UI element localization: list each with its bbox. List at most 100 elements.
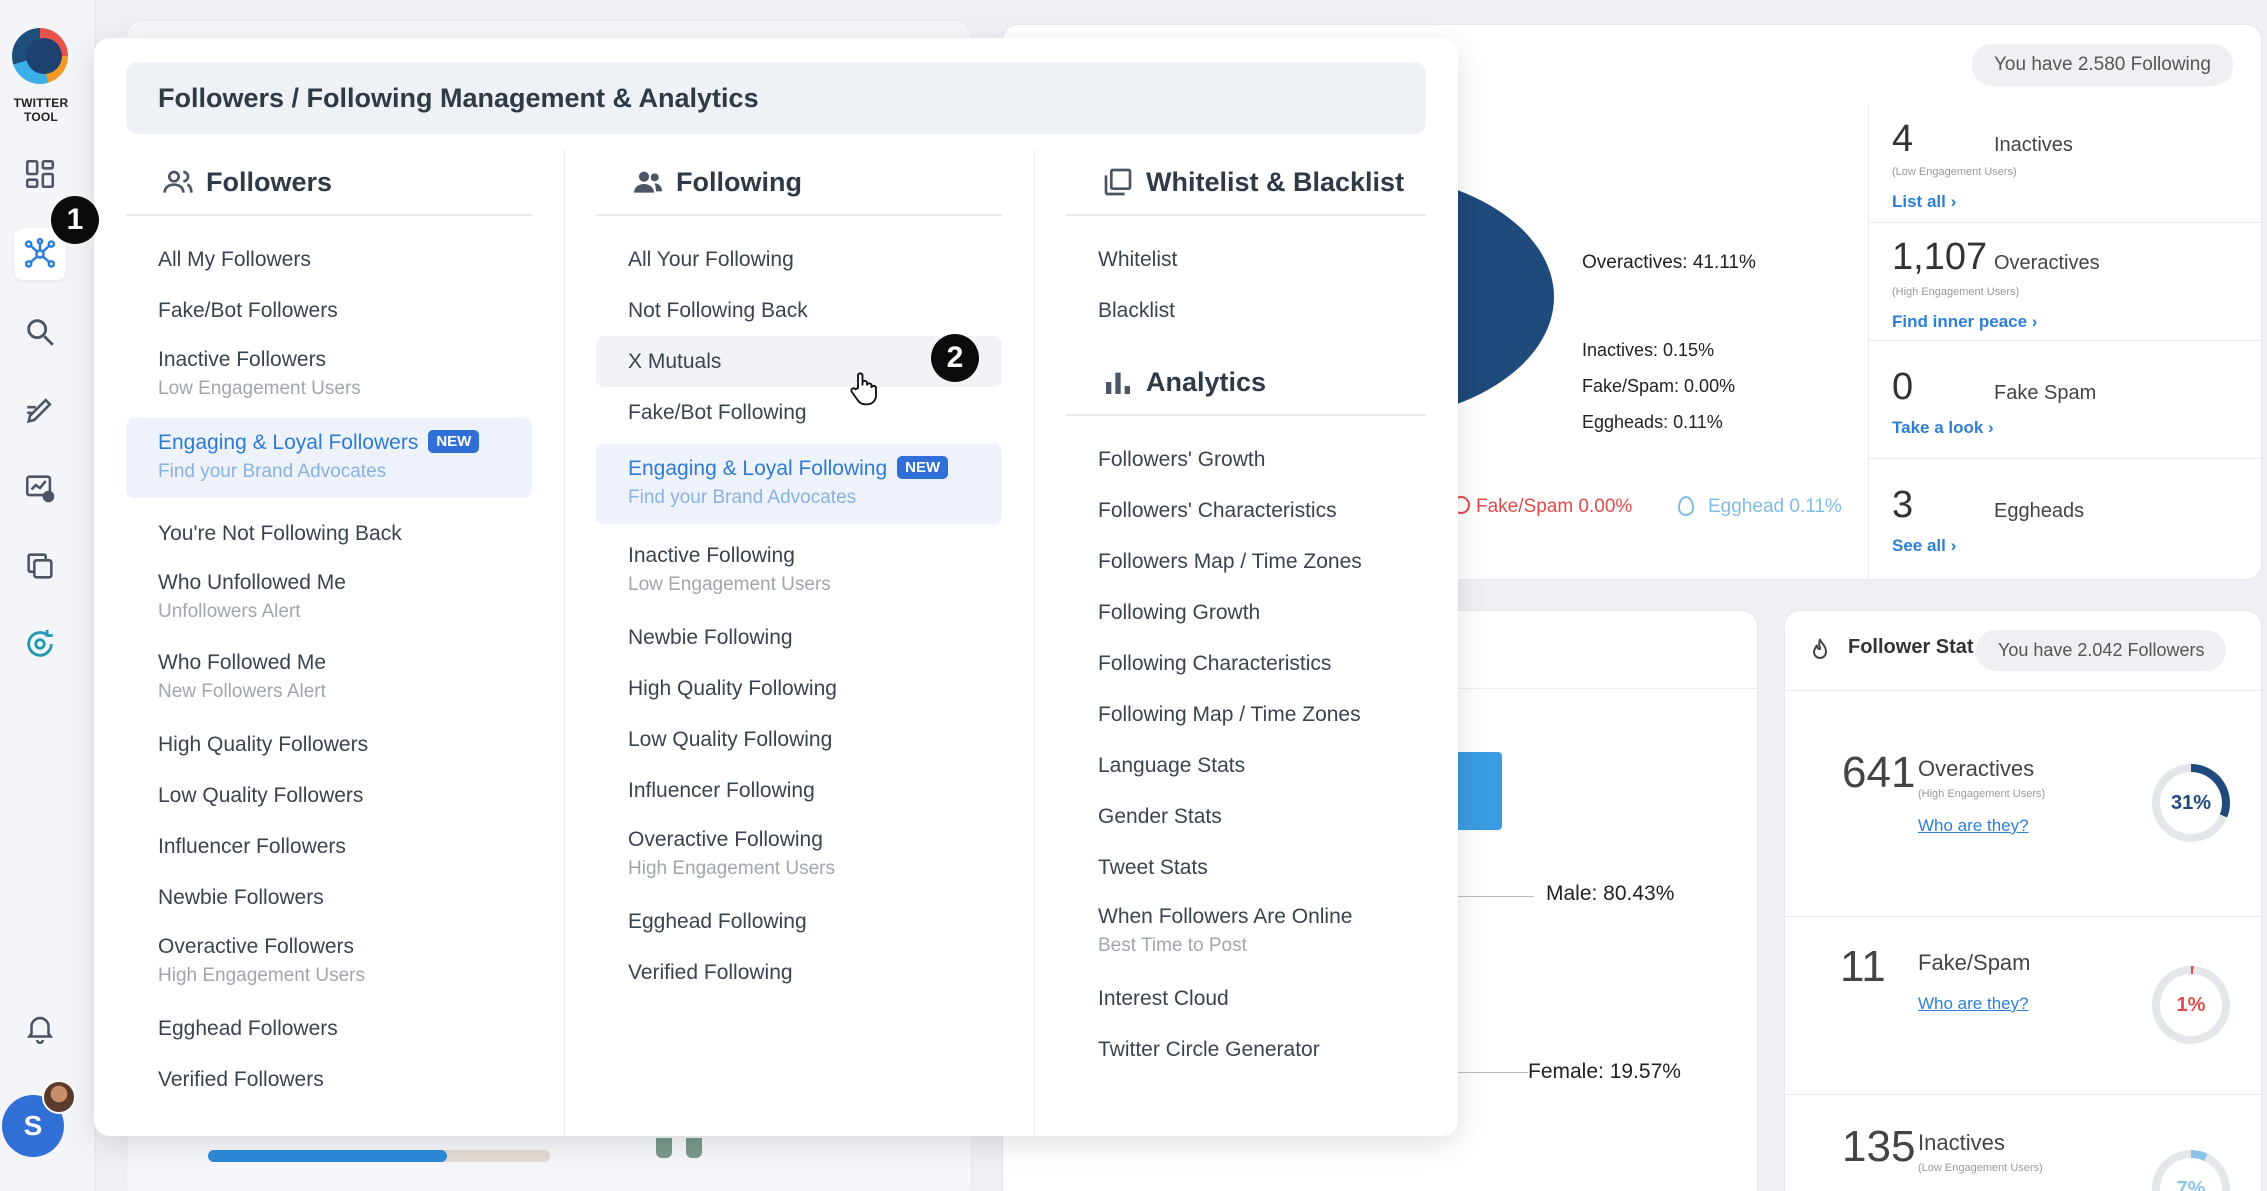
- users-icon: [163, 170, 193, 193]
- menu-item-overactive-following[interactable]: Overactive Following High Engagement User…: [596, 816, 1002, 896]
- dashboard-icon[interactable]: [14, 148, 66, 200]
- menu-item-inactive-followers[interactable]: Inactive Followers Low Engagement Users: [126, 336, 532, 420]
- menu-item-following-map[interactable]: Following Map / Time Zones: [1066, 689, 1426, 740]
- menu-item-engaging-loyal-following[interactable]: Engaging & Loyal Following NEW Find your B…: [596, 444, 1002, 524]
- menu-item-followers-characteristics[interactable]: Followers' Characteristics: [1066, 485, 1426, 536]
- layers-icon: [1104, 168, 1132, 196]
- menu-item-verified-followers[interactable]: Verified Followers: [126, 1054, 532, 1105]
- sync-icon[interactable]: [14, 618, 66, 670]
- menu-item-followers-map[interactable]: Followers Map / Time Zones: [1066, 536, 1426, 587]
- fstat-overactives-value: 641: [1842, 748, 1916, 797]
- flame-icon: [1808, 636, 1832, 664]
- followers-count-pill: You have 2.042 Followers: [1976, 630, 2227, 671]
- pie-label-fakespam: Fake/Spam: 0.00%: [1582, 376, 1736, 396]
- mega-menu: Followers / Following Management & Analy…: [94, 38, 1458, 1136]
- pie-label-eggheads: Eggheads: 0.11%: [1582, 412, 1723, 432]
- menu-item-low-quality-followers[interactable]: Low Quality Followers: [126, 770, 532, 821]
- menu-item-not-following-back-2[interactable]: Not Following Back: [596, 285, 1002, 336]
- stat-inactives-link[interactable]: List all ›: [1892, 192, 1956, 212]
- stat-overactives-link[interactable]: Find inner peace ›: [1892, 312, 2037, 332]
- compose-icon[interactable]: [14, 384, 66, 436]
- pie-label-overactives: Overactives: 41.11%: [1582, 252, 1756, 273]
- stat-inactives-label: Inactives: [1994, 134, 2073, 156]
- stat-eggheads-link[interactable]: See all ›: [1892, 536, 1956, 556]
- copy-icon[interactable]: [14, 540, 66, 592]
- step-badge-2: 2: [931, 334, 979, 382]
- menu-item-tweet-stats[interactable]: Tweet Stats: [1066, 842, 1426, 893]
- fstat-fakespam-ring: 1%: [2152, 966, 2230, 1044]
- search-icon[interactable]: [14, 306, 66, 358]
- stat-inactives-value: 4: [1892, 118, 1914, 160]
- stat-overactives-sub: (High Engagement Users): [1892, 286, 2020, 298]
- app-logo[interactable]: [12, 28, 68, 84]
- whitelist-analytics-column: Whitelist & Blacklist Whitelist Blacklis…: [1066, 150, 1426, 1075]
- fstat-fakespam-value: 11: [1840, 942, 1886, 991]
- menu-item-interest-cloud[interactable]: Interest Cloud: [1066, 973, 1426, 1024]
- menu-item-low-quality-following[interactable]: Low Quality Following: [596, 714, 1002, 765]
- stat-overactives-label: Overactives: [1994, 252, 2100, 274]
- menu-item-circle-generator[interactable]: Twitter Circle Generator: [1066, 1024, 1426, 1075]
- sidebar: TWITTER TOOL S: [0, 0, 96, 1191]
- whitelist-heading: Whitelist & Blacklist: [1066, 150, 1426, 216]
- follower-stats-card: [1784, 610, 2262, 1191]
- fstat-overactives-label: Overactives: [1918, 756, 2035, 781]
- menu-item-whitelist[interactable]: Whitelist: [1066, 234, 1426, 285]
- menu-item-not-following-back[interactable]: You're Not Following Back: [126, 508, 532, 559]
- fstat-overactives-sub: (High Engagement Users): [1918, 788, 2046, 800]
- fstat-inactives-value: 135: [1842, 1122, 1916, 1171]
- legend-fakespam: Fake/Spam 0.00%: [1476, 496, 1633, 517]
- egghead-icon: [1678, 496, 1694, 516]
- new-badge: NEW: [428, 430, 480, 453]
- arrow-icon: [1454, 752, 1502, 830]
- menu-item-newbie-following[interactable]: Newbie Following: [596, 612, 1002, 663]
- menu-item-egghead-followers[interactable]: Egghead Followers: [126, 1003, 532, 1054]
- menu-item-high-quality-following[interactable]: High Quality Following: [596, 663, 1002, 714]
- menu-item-inactive-following[interactable]: Inactive Following Low Engagement Users: [596, 524, 1002, 608]
- menu-item-newbie-followers[interactable]: Newbie Followers: [126, 872, 532, 923]
- fstat-overactives-link[interactable]: Who are they?: [1918, 816, 2029, 836]
- menu-item-egghead-following[interactable]: Egghead Following: [596, 896, 1002, 947]
- analytics-check-icon[interactable]: [14, 462, 66, 514]
- menu-item-all-my-followers[interactable]: All My Followers: [126, 234, 532, 285]
- menu-item-verified-following[interactable]: Verified Following: [596, 947, 1002, 998]
- menu-title: Followers / Following Management & Analy…: [126, 62, 1426, 134]
- menu-item-high-quality-followers[interactable]: High Quality Followers: [126, 719, 532, 770]
- menu-item-overactive-followers[interactable]: Overactive Followers High Engagement User…: [126, 923, 532, 1003]
- bell-icon[interactable]: [14, 1002, 66, 1054]
- gender-male: Male: 80.43%: [1546, 882, 1675, 905]
- progress-bar: [208, 1150, 550, 1162]
- fstat-fakespam-link[interactable]: Who are they?: [1918, 994, 2029, 1014]
- stat-eggheads-label: Eggheads: [1994, 500, 2085, 522]
- following-column: Following All Your Following Not Followi…: [596, 150, 1002, 998]
- users-icon: [634, 171, 662, 193]
- avatar-photo: [42, 1080, 76, 1114]
- gender-female: Female: 19.57%: [1528, 1060, 1681, 1083]
- fstat-inactives-label: Inactives: [1918, 1130, 2005, 1155]
- menu-item-influencer-following[interactable]: Influencer Following: [596, 765, 1002, 816]
- follower-stats-title: Follower Stat: [1848, 636, 1974, 658]
- analytics-heading: Analytics: [1066, 350, 1426, 416]
- menu-item-all-your-following[interactable]: All Your Following: [596, 234, 1002, 285]
- menu-item-influencer-followers[interactable]: Influencer Followers: [126, 821, 532, 872]
- menu-item-engaging-loyal-followers[interactable]: Engaging & Loyal Followers NEW Find your B…: [126, 418, 532, 498]
- new-badge: NEW: [897, 456, 949, 479]
- menu-item-following-characteristics[interactable]: Following Characteristics: [1066, 638, 1426, 689]
- stat-fakespam-value: 0: [1892, 366, 1914, 408]
- stat-overactives-value: 1,107: [1892, 236, 1988, 278]
- menu-item-fake-bot-following[interactable]: Fake/Bot Following: [596, 387, 1002, 438]
- stat-fakespam-label: Fake Spam: [1994, 382, 2097, 404]
- menu-item-fake-bot-followers[interactable]: Fake/Bot Followers: [126, 285, 532, 336]
- menu-item-gender-stats[interactable]: Gender Stats: [1066, 791, 1426, 842]
- menu-item-followers-growth[interactable]: Followers' Growth: [1066, 434, 1426, 485]
- menu-item-blacklist[interactable]: Blacklist: [1066, 285, 1426, 336]
- menu-item-when-followers-online[interactable]: When Followers Are Online Best Time to Po…: [1066, 893, 1426, 973]
- followers-heading: Followers: [126, 150, 532, 216]
- stat-fakespam-link[interactable]: Take a look ›: [1892, 418, 1994, 438]
- fstat-inactives-sub: (Low Engagement Users): [1918, 1162, 2043, 1174]
- menu-item-who-unfollowed-me[interactable]: Who Unfollowed Me Unfollowers Alert: [126, 559, 532, 639]
- app-logo-text: TWITTER TOOL: [13, 96, 69, 124]
- hand-cursor-icon: [848, 370, 878, 406]
- menu-item-following-growth[interactable]: Following Growth: [1066, 587, 1426, 638]
- menu-item-who-followed-me[interactable]: Who Followed Me New Followers Alert: [126, 639, 532, 719]
- menu-item-language-stats[interactable]: Language Stats: [1066, 740, 1426, 791]
